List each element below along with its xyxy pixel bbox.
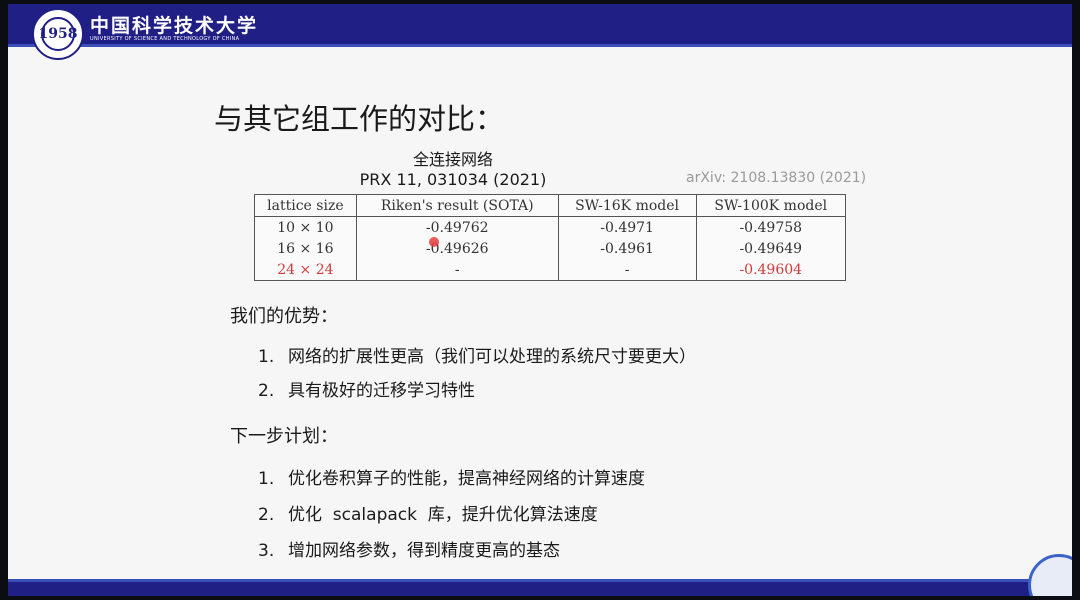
- list-text: 网络的扩展性更高（我们可以处理的系统尺寸要更大）: [288, 347, 696, 367]
- list-item: 3. 增加网络参数，得到精度更高的基态: [258, 536, 560, 561]
- list-text: 优化 scalapack 库，提升优化算法速度: [288, 505, 598, 525]
- table-header-cell: SW-16K model: [557, 194, 697, 217]
- list-number: 2.: [258, 505, 275, 525]
- list-text: 具有极好的迁移学习特性: [288, 381, 475, 401]
- list-text: 增加网络参数，得到精度更高的基态: [288, 541, 560, 561]
- plan-heading: 下一步计划：: [230, 426, 338, 447]
- list-text: 优化卷积算子的性能，提高神经网络的计算速度: [288, 469, 645, 489]
- list-number: 3.: [258, 541, 275, 561]
- table-caption-reference: PRX 11, 031034 (2021): [359, 170, 547, 189]
- table-cell: 16 × 16: [254, 238, 357, 259]
- advantages-heading: 我们的优势：: [230, 306, 338, 327]
- slide-title: 与其它组工作的对比：: [214, 102, 505, 136]
- table-header-cell: Riken's result (SOTA): [355, 194, 559, 217]
- table-caption-network: 全连接网络: [412, 150, 493, 169]
- table-cell: -0.4961: [557, 238, 697, 259]
- results-table: lattice size Riken's result (SOTA) SW-16…: [254, 194, 846, 281]
- list-item: 1. 优化卷积算子的性能，提高神经网络的计算速度: [258, 464, 645, 489]
- footer-bar: [8, 582, 1072, 596]
- table-cell: -0.49762: [355, 216, 559, 238]
- table-cell: -0.49626: [355, 238, 559, 259]
- table-cell: -0.49758: [695, 216, 846, 238]
- table-cell: -0.49604: [695, 259, 846, 281]
- table-row: 24 × 24 - - -0.49604: [254, 259, 846, 281]
- list-item: 2. 具有极好的迁移学习特性: [258, 376, 475, 401]
- corner-logo-icon: [1028, 554, 1072, 596]
- arxiv-reference: arXiv: 2108.13830 (2021): [686, 170, 867, 186]
- table-cell: -0.49649: [695, 238, 846, 259]
- table-cell: -0.4971: [557, 216, 697, 238]
- table-header-cell: lattice size: [254, 194, 357, 217]
- table-header-cell: SW-100K model: [695, 194, 846, 217]
- list-number: 1.: [258, 469, 275, 489]
- list-item: 2. 优化 scalapack 库，提升优化算法速度: [258, 500, 598, 525]
- university-name: 中国科学技术大学: [90, 15, 259, 37]
- list-item: 1. 网络的扩展性更高（我们可以处理的系统尺寸要更大）: [258, 342, 696, 367]
- table-cell: 10 × 10: [254, 216, 357, 238]
- table-row: 16 × 16 -0.49626 -0.4961 -0.49649: [254, 238, 846, 259]
- list-number: 2.: [258, 381, 275, 401]
- header-stripe: [8, 44, 1072, 47]
- university-logo-icon: 1958: [32, 8, 84, 60]
- slide: 1958 中国科学技术大学 UNIVERSITY OF SCIENCE AND …: [8, 4, 1072, 596]
- laser-pointer-icon: [429, 237, 439, 247]
- table-cell: -: [557, 259, 697, 281]
- table-cell: -: [355, 259, 559, 281]
- university-english-name: UNIVERSITY OF SCIENCE AND TECHNOLOGY OF …: [90, 36, 240, 42]
- table-row: 10 × 10 -0.49762 -0.4971 -0.49758: [254, 216, 846, 238]
- table-cell: 24 × 24: [254, 259, 357, 281]
- list-number: 1.: [258, 347, 275, 367]
- table-header-row: lattice size Riken's result (SOTA) SW-16…: [254, 194, 846, 217]
- logo-emblem: 1958: [39, 17, 77, 51]
